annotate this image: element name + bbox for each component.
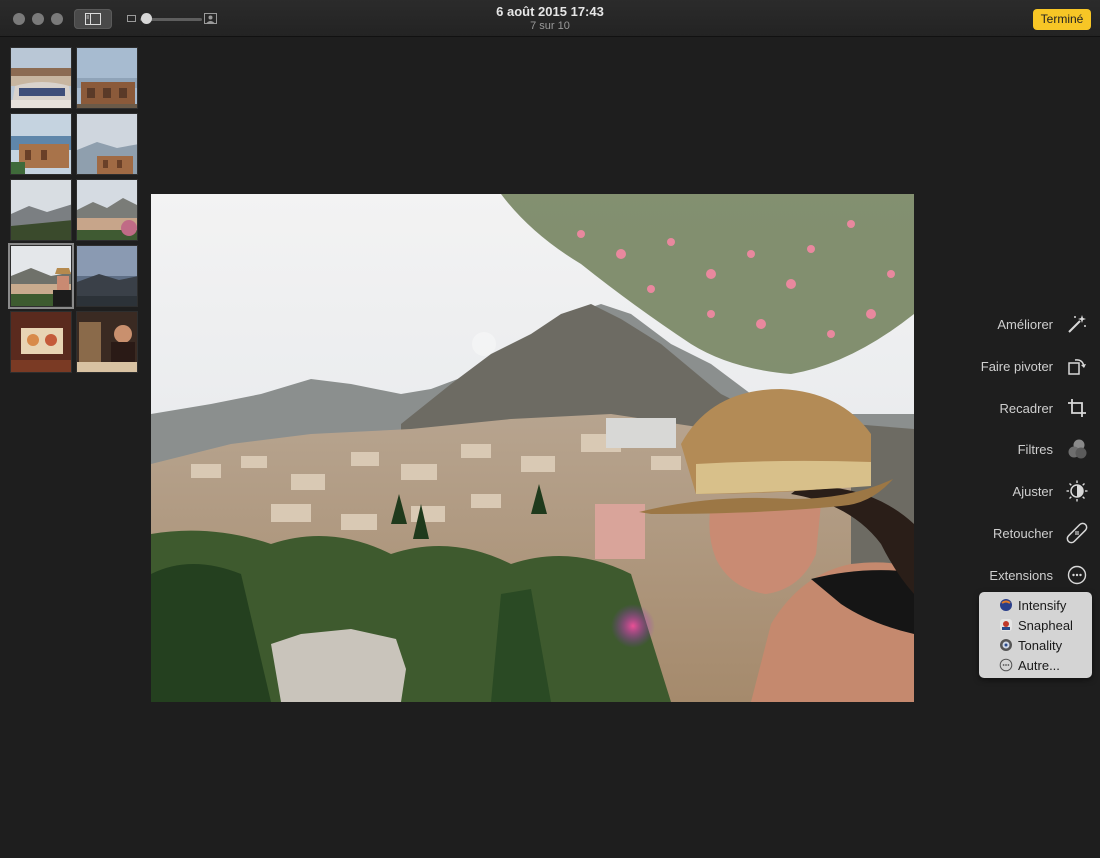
main-photo[interactable] (151, 194, 914, 702)
adjust-tool[interactable]: Ajuster (1013, 477, 1089, 505)
thumbnail-selected[interactable] (10, 245, 72, 307)
extension-snapheal[interactable]: Snapheal (999, 616, 1073, 634)
tonality-icon (999, 638, 1013, 652)
filters-label: Filtres (1017, 441, 1053, 457)
thumbnail-image (11, 246, 71, 306)
bandage-icon (1065, 521, 1089, 545)
crop-tool[interactable]: Recadrer (1000, 394, 1089, 422)
thumbnail-image (77, 246, 137, 306)
retouch-label: Retoucher (993, 525, 1053, 541)
photo-position: 7 sur 10 (530, 20, 570, 32)
extension-label: Intensify (1018, 597, 1067, 613)
thumbnail[interactable] (76, 179, 138, 241)
thumbnail-image (77, 180, 137, 240)
thumbnail-image (11, 312, 71, 372)
enhance-label: Améliorer (997, 316, 1053, 332)
rotate-label: Faire pivoter (980, 358, 1053, 374)
thumbnail[interactable] (76, 311, 138, 373)
snapheal-icon (999, 618, 1013, 632)
thumbnail-image (77, 114, 137, 174)
thumbnail-image (77, 48, 137, 108)
thumbnail[interactable] (10, 113, 72, 175)
rotate-tool[interactable]: Faire pivoter (981, 352, 1089, 380)
extension-intensify[interactable]: Intensify (999, 596, 1066, 614)
photo-date: 6 août 2015 17:43 (496, 4, 604, 19)
photo-image (151, 194, 914, 702)
done-button[interactable]: Terminé (1033, 9, 1091, 30)
adjust-label: Ajuster (1012, 483, 1053, 499)
thumbnail-image (11, 114, 71, 174)
thumbnail[interactable] (10, 179, 72, 241)
thumbnail[interactable] (76, 245, 138, 307)
thumbnail[interactable] (10, 47, 72, 109)
extensions-tool[interactable]: Extensions (989, 561, 1089, 589)
more-icon (1065, 563, 1089, 587)
thumbnail[interactable] (76, 113, 138, 175)
adjust-icon (1065, 479, 1089, 503)
thumbnail-image (77, 312, 137, 372)
more-icon (999, 658, 1013, 672)
intensify-icon (999, 598, 1013, 612)
magic-wand-icon (1065, 312, 1089, 336)
extension-other[interactable]: Autre... (999, 656, 1060, 674)
thumbnail-image (11, 48, 71, 108)
title-bar: 6 août 2015 17:43 7 sur 10 Terminé (0, 0, 1100, 37)
enhance-tool[interactable]: Améliorer (997, 310, 1089, 338)
filters-tool[interactable]: Filtres (1018, 435, 1089, 463)
thumbnail[interactable] (76, 47, 138, 109)
thumbnail-image (11, 180, 71, 240)
extension-label: Autre... (1018, 657, 1060, 673)
filters-icon (1065, 437, 1089, 461)
extension-label: Snapheal (1018, 617, 1073, 633)
crop-label: Recadrer (999, 400, 1053, 416)
extension-tonality[interactable]: Tonality (999, 636, 1062, 654)
thumbnail[interactable] (10, 311, 72, 373)
retouch-tool[interactable]: Retoucher (993, 519, 1089, 547)
crop-icon (1065, 396, 1089, 420)
extensions-menu: Intensify Snapheal Tonality Autre... (979, 592, 1092, 678)
extension-label: Tonality (1018, 637, 1063, 653)
extensions-label: Extensions (989, 567, 1053, 583)
rotate-icon (1065, 354, 1089, 378)
